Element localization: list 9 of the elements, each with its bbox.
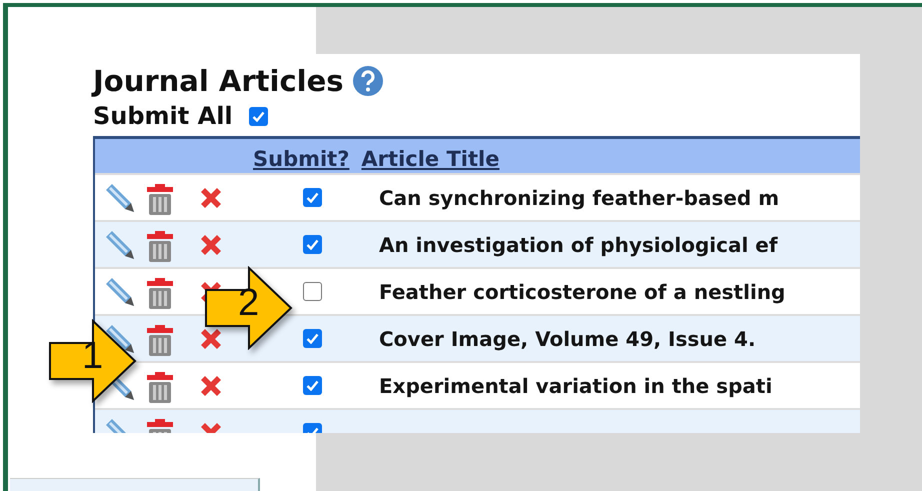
article-title: An investigation of physiological ef	[379, 232, 778, 256]
article-title: Experimental variation in the spati	[379, 374, 772, 398]
column-header-link[interactable]: Article Title	[361, 147, 500, 173]
column-header-link[interactable]: Submit?	[253, 147, 350, 173]
article-title: Feather corticosterone of a nestling	[379, 280, 786, 304]
article-title: Cover Image, Volume 49, Issue 4.	[379, 326, 756, 350]
section-title: Journal Articles	[93, 64, 344, 98]
article-title: Can synchronizing feather-based m	[379, 186, 780, 210]
submit-all-label: Submit All	[93, 102, 233, 130]
